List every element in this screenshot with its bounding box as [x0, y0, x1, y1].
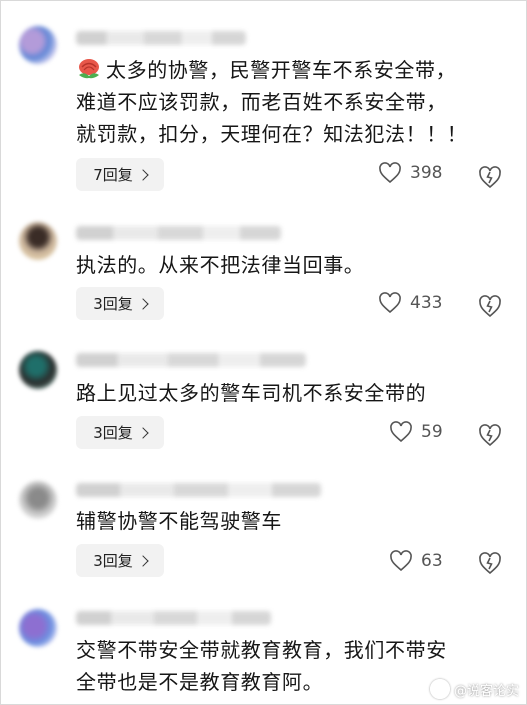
comment-line: 就罚款，扣分，天理何在？知法犯法！！！ [76, 122, 468, 146]
chevron-right-icon [137, 554, 149, 567]
comment-text: 执法的。从来不把法律当回事。 [76, 249, 503, 281]
heart-outline-icon [390, 550, 412, 572]
reply-label: 3回复 [93, 295, 133, 313]
like-count: 59 [421, 422, 443, 442]
comment-line: 交警不带安全带就教育教育，我们不带安 [76, 638, 447, 662]
like-count: 63 [421, 551, 443, 571]
watermark: @说客论实 [429, 679, 519, 699]
like-button[interactable]: 433 [378, 292, 442, 314]
avatar[interactable] [19, 481, 57, 519]
reply-button[interactable]: 3回复 [76, 544, 164, 577]
comment-line: 辅警协警不能驾驶警车 [76, 509, 282, 533]
comment-line: 难道不应该罚款，而老百姓不系安全带， [76, 90, 447, 114]
comment-text: 路上见过太多的警车司机不系安全带的 [76, 377, 503, 409]
username-blurred[interactable] [76, 611, 271, 625]
chevron-right-icon [137, 426, 149, 439]
heart-outline-icon [390, 421, 412, 443]
heart-outline-icon [379, 292, 401, 314]
username-blurred[interactable] [76, 31, 246, 45]
like-count: 398 [410, 163, 443, 183]
avatar[interactable] [19, 26, 57, 64]
username-blurred[interactable] [76, 226, 281, 240]
username-blurred[interactable] [76, 483, 321, 497]
reply-button[interactable]: 3回复 [76, 287, 164, 320]
comment-text: 太多的协警，民警开警车不系安全带， 难道不应该罚款，而老百姓不系安全带， 就罚款… [76, 54, 503, 150]
comment-line: 路上见过太多的警车司机不系安全带的 [76, 381, 427, 405]
reply-button[interactable]: 7回复 [76, 158, 164, 191]
like-count: 433 [410, 293, 443, 313]
reply-label: 7回复 [93, 166, 133, 184]
comment-line: 执法的。从来不把法律当回事。 [76, 253, 365, 277]
comment-text: 辅警协警不能驾驶警车 [76, 505, 503, 537]
reply-label: 3回复 [93, 552, 133, 570]
reply-button[interactable]: 3回复 [76, 416, 164, 449]
broken-heart-icon[interactable] [477, 164, 503, 190]
like-button[interactable]: 398 [378, 162, 442, 184]
broken-heart-icon[interactable] [477, 422, 503, 448]
broken-heart-icon[interactable] [477, 293, 503, 319]
like-button[interactable]: 59 [389, 421, 443, 443]
watermark-label: @说客论实 [453, 683, 519, 699]
comment-line: 太多的协警，民警开警车不系安全带， [106, 58, 457, 82]
watermark-logo-icon [429, 679, 450, 699]
reply-label: 3回复 [93, 424, 133, 442]
like-button[interactable]: 63 [389, 550, 443, 572]
avatar[interactable] [19, 609, 57, 647]
chevron-right-icon [137, 168, 149, 181]
heart-outline-icon [379, 162, 401, 184]
chevron-right-icon [137, 297, 149, 310]
avatar[interactable] [19, 351, 57, 389]
username-blurred[interactable] [76, 353, 306, 367]
broken-heart-icon[interactable] [477, 550, 503, 576]
rose-emoji-icon [79, 59, 99, 79]
avatar[interactable] [19, 222, 57, 260]
